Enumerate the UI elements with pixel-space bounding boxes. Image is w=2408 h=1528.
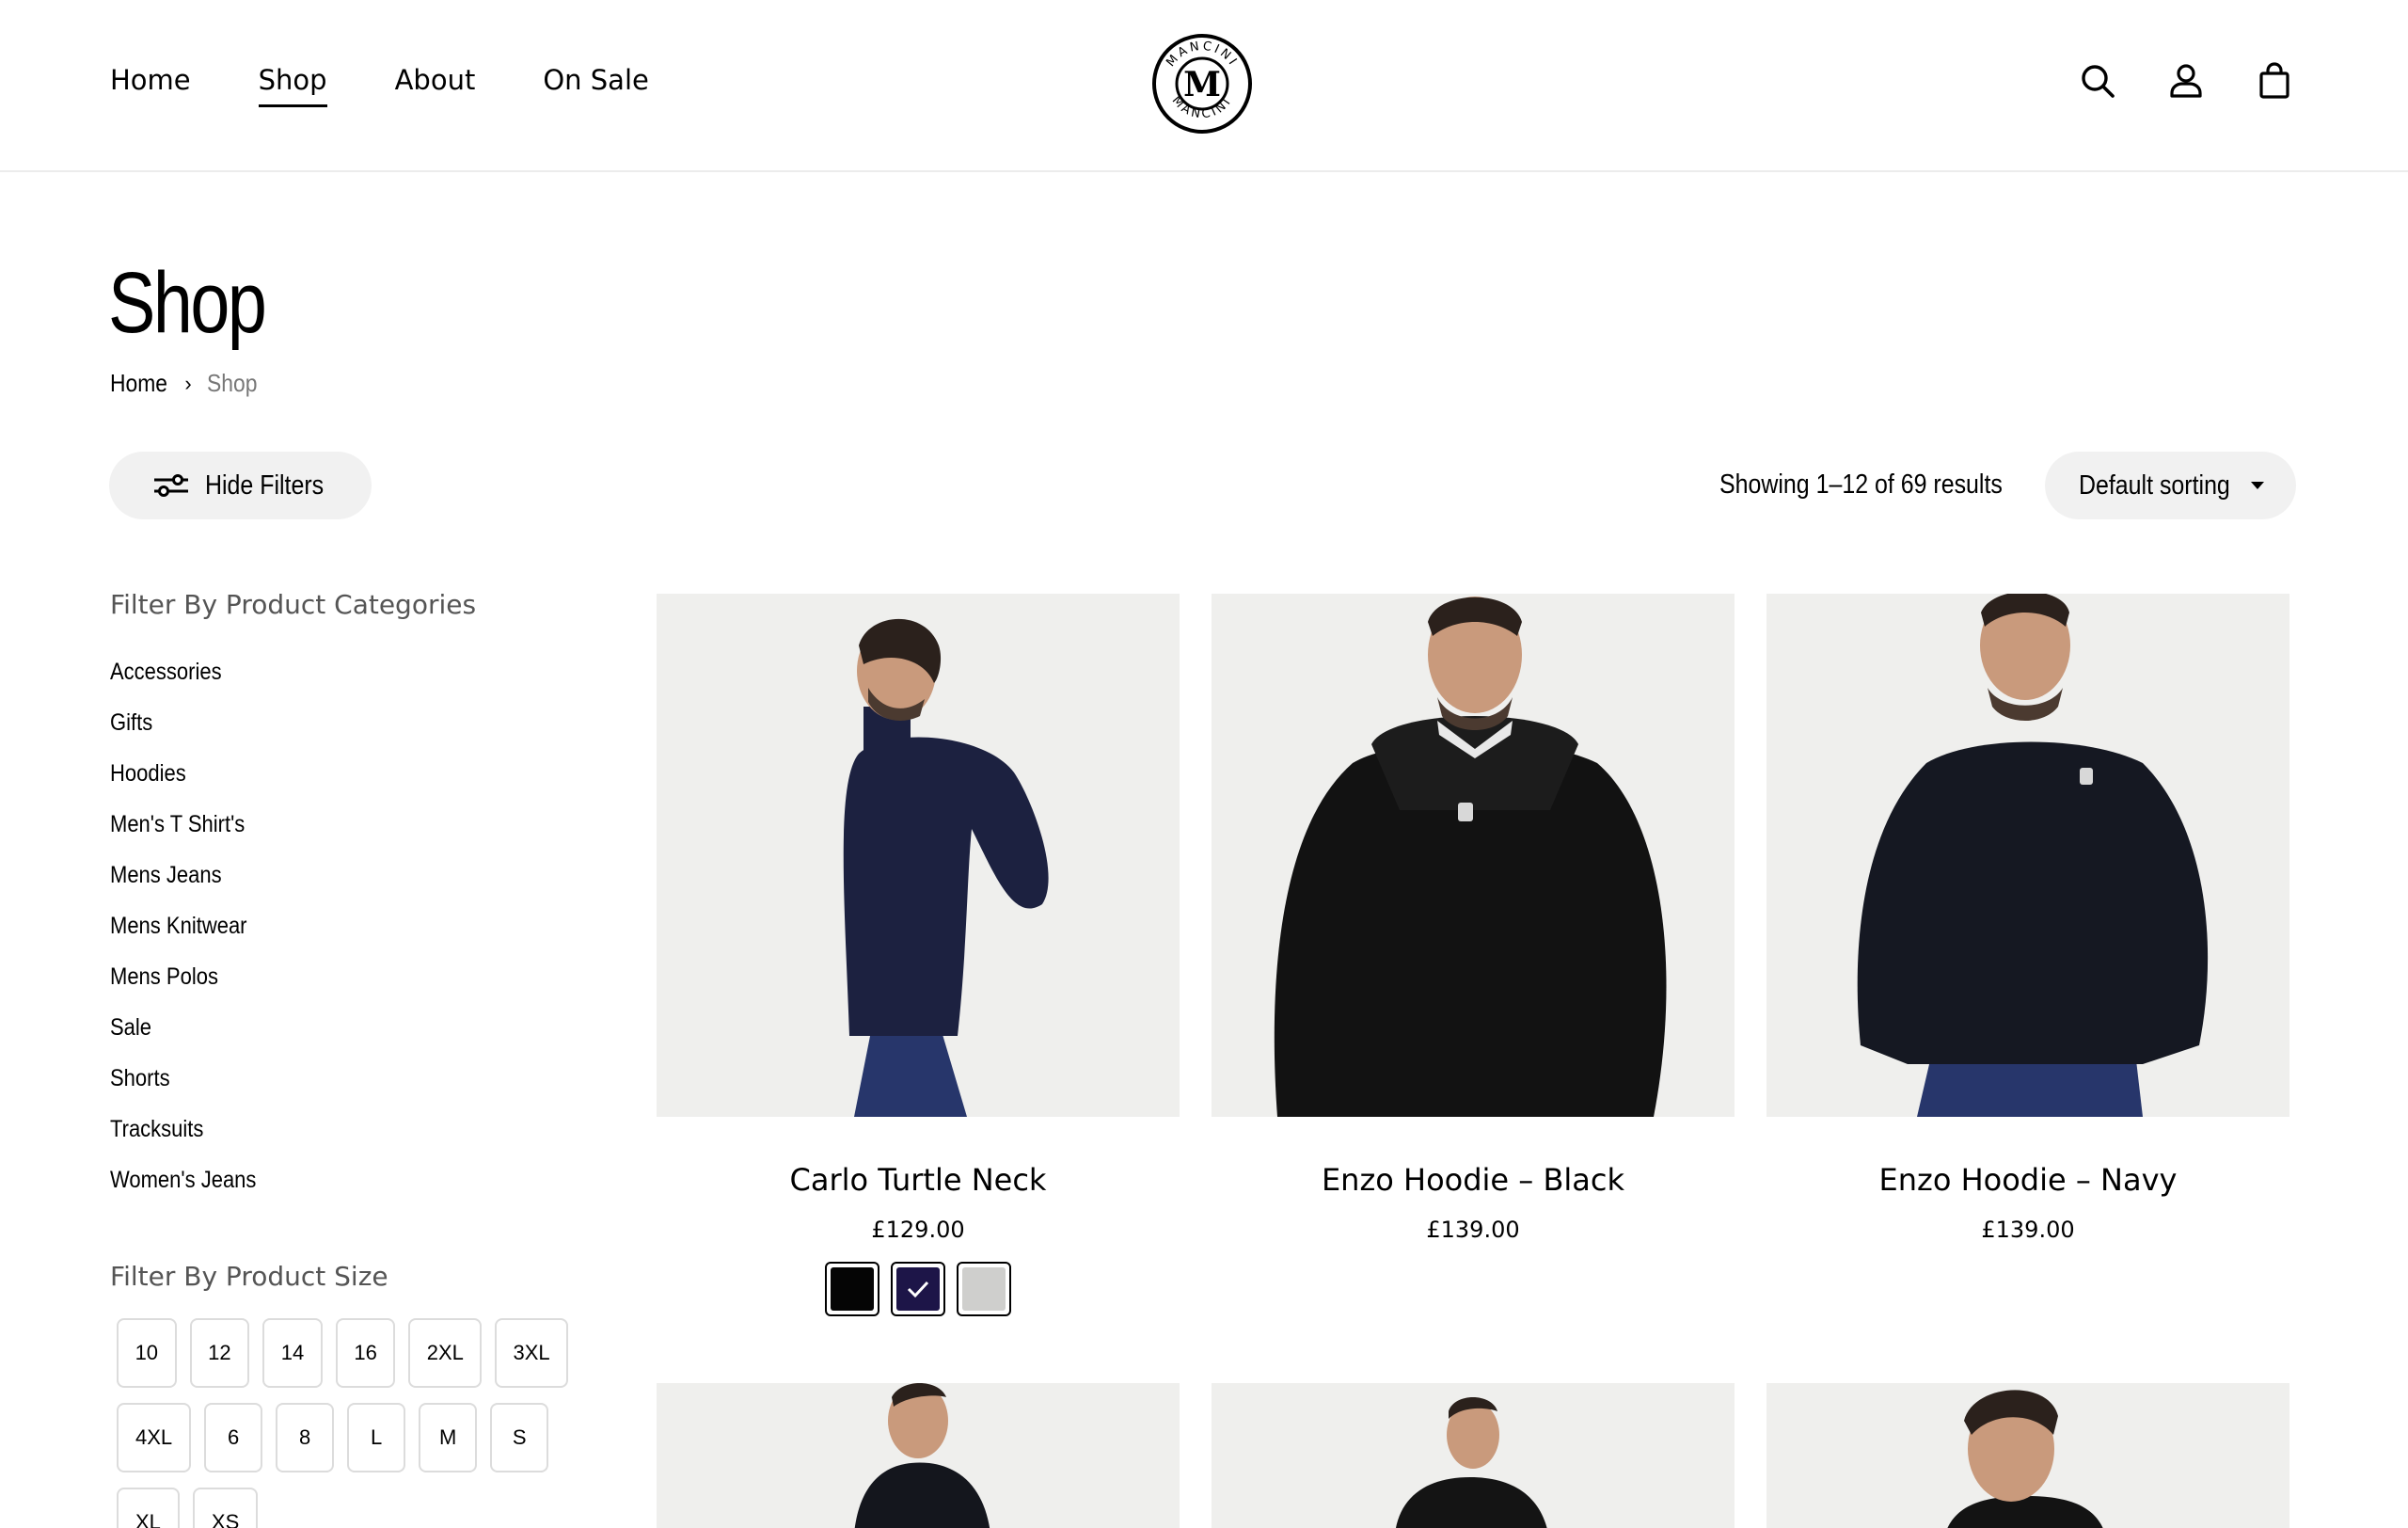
size-option[interactable]: 10	[117, 1318, 177, 1388]
site-header: Home Shop About On Sale MANCINI MANCINI …	[0, 0, 2408, 172]
nav-about[interactable]: About	[395, 64, 476, 96]
breadcrumb: Home › Shop	[110, 369, 263, 398]
color-swatch-black[interactable]	[825, 1262, 879, 1316]
size-option[interactable]: 2XL	[408, 1318, 483, 1388]
breadcrumb-home[interactable]: Home	[110, 369, 167, 398]
size-option[interactable]: 16	[335, 1318, 396, 1388]
categories-filter-heading: Filter By Product Categories	[110, 589, 477, 620]
color-swatches	[657, 1262, 1180, 1316]
chevron-right-icon: ›	[184, 371, 192, 395]
sorting-select[interactable]: Default sorting	[2045, 452, 2296, 519]
product-photo	[657, 594, 1180, 1117]
size-option[interactable]: 4XL	[117, 1403, 192, 1472]
nav-on-sale[interactable]: On Sale	[543, 64, 649, 96]
product-photo	[657, 1383, 1180, 1528]
size-option[interactable]: 6	[204, 1403, 263, 1472]
category-item: Women's Jeans	[110, 1167, 277, 1218]
size-filter-heading: Filter By Product Size	[110, 1261, 388, 1292]
category-item: Hoodies	[110, 760, 277, 811]
product-image[interactable]	[1766, 1383, 2289, 1528]
product-photo	[1766, 594, 2289, 1117]
sorting-label: Default sorting	[2079, 470, 2230, 501]
filter-sliders-icon	[154, 474, 188, 497]
breadcrumb-current: Shop	[206, 369, 258, 397]
category-link[interactable]: Women's Jeans	[110, 1167, 256, 1194]
category-link[interactable]: Accessories	[110, 659, 222, 686]
product-image[interactable]	[1766, 594, 2289, 1117]
product-photo	[1212, 594, 1735, 1117]
product-card: Enzo Hoodie – Navy £139.00	[1766, 594, 2289, 1243]
color-swatch-navy[interactable]	[891, 1262, 945, 1316]
category-link[interactable]: Hoodies	[110, 760, 186, 788]
category-link[interactable]: Gifts	[110, 709, 152, 737]
category-item: Accessories	[110, 659, 277, 709]
category-link[interactable]: Men's T Shirt's	[110, 811, 245, 838]
product-name[interactable]: Enzo Hoodie – Black	[1212, 1162, 1735, 1198]
category-item: Mens Jeans	[110, 862, 277, 913]
nav-shop[interactable]: Shop	[258, 64, 327, 107]
category-item: Sale	[110, 1014, 277, 1065]
size-option[interactable]: 3XL	[495, 1318, 568, 1388]
category-link[interactable]: Mens Polos	[110, 963, 218, 991]
caret-down-icon	[2251, 482, 2264, 489]
category-item: Shorts	[110, 1065, 277, 1116]
product-image[interactable]	[657, 594, 1180, 1117]
account-icon[interactable]	[2165, 60, 2207, 102]
product-price: £139.00	[1426, 1217, 1520, 1243]
bag-icon[interactable]	[2254, 60, 2295, 102]
category-item: Mens Polos	[110, 963, 277, 1014]
brand-logo-mark: MANCINI MANCINI M	[1152, 34, 1252, 134]
size-option[interactable]: XS	[192, 1488, 259, 1528]
page-title: Shop	[108, 255, 267, 351]
hide-filters-button[interactable]: Hide Filters	[109, 452, 372, 519]
svg-text:M: M	[1183, 65, 1221, 104]
brand-logo[interactable]: MANCINI MANCINI M	[1151, 33, 1253, 135]
category-item: Men's T Shirt's	[110, 811, 277, 862]
category-item: Gifts	[110, 709, 277, 760]
color-swatch-grey[interactable]	[957, 1262, 1011, 1316]
product-image[interactable]	[657, 1383, 1180, 1528]
search-icon[interactable]	[2077, 60, 2118, 102]
product-card	[657, 1383, 1180, 1528]
size-option[interactable]: XL	[117, 1488, 180, 1528]
product-name[interactable]: Enzo Hoodie – Navy	[1766, 1162, 2289, 1198]
size-option[interactable]: 8	[276, 1403, 335, 1472]
category-link[interactable]: Tracksuits	[110, 1116, 203, 1143]
category-item: Tracksuits	[110, 1116, 277, 1167]
product-card	[1766, 1383, 2289, 1528]
category-link[interactable]: Sale	[110, 1014, 151, 1042]
category-item: Mens Knitwear	[110, 913, 277, 963]
results-count: Showing 1–12 of 69 results	[1719, 470, 2003, 500]
product-image[interactable]	[1212, 594, 1735, 1117]
product-card: Carlo Turtle Neck £129.00	[657, 594, 1180, 1316]
product-price: £139.00	[1981, 1217, 2075, 1243]
header-actions	[2077, 60, 2295, 102]
size-option[interactable]: L	[347, 1403, 406, 1472]
category-link[interactable]: Mens Knitwear	[110, 913, 247, 940]
size-option[interactable]: M	[419, 1403, 478, 1472]
check-icon	[907, 1281, 929, 1298]
size-option[interactable]: 12	[189, 1318, 250, 1388]
product-name[interactable]: Carlo Turtle Neck	[657, 1162, 1180, 1198]
size-option[interactable]: S	[490, 1403, 549, 1472]
product-photo	[1766, 1383, 2289, 1528]
hide-filters-label: Hide Filters	[205, 470, 325, 501]
nav-home[interactable]: Home	[110, 64, 191, 96]
product-photo	[1212, 1383, 1735, 1528]
main-nav: Home Shop About On Sale	[110, 64, 717, 107]
product-card	[1212, 1383, 1735, 1528]
product-image[interactable]	[1212, 1383, 1735, 1528]
category-list: Accessories Gifts Hoodies Men's T Shirt'…	[110, 659, 277, 1218]
size-option[interactable]: 14	[262, 1318, 323, 1388]
product-price: £129.00	[871, 1217, 965, 1243]
category-link[interactable]: Shorts	[110, 1065, 170, 1092]
product-card: Enzo Hoodie – Black £139.00	[1212, 594, 1735, 1243]
category-link[interactable]: Mens Jeans	[110, 862, 222, 889]
size-filter: 10 12 14 16 2XL 3XL 4XL 6 8 L M S XL XS	[117, 1318, 568, 1528]
